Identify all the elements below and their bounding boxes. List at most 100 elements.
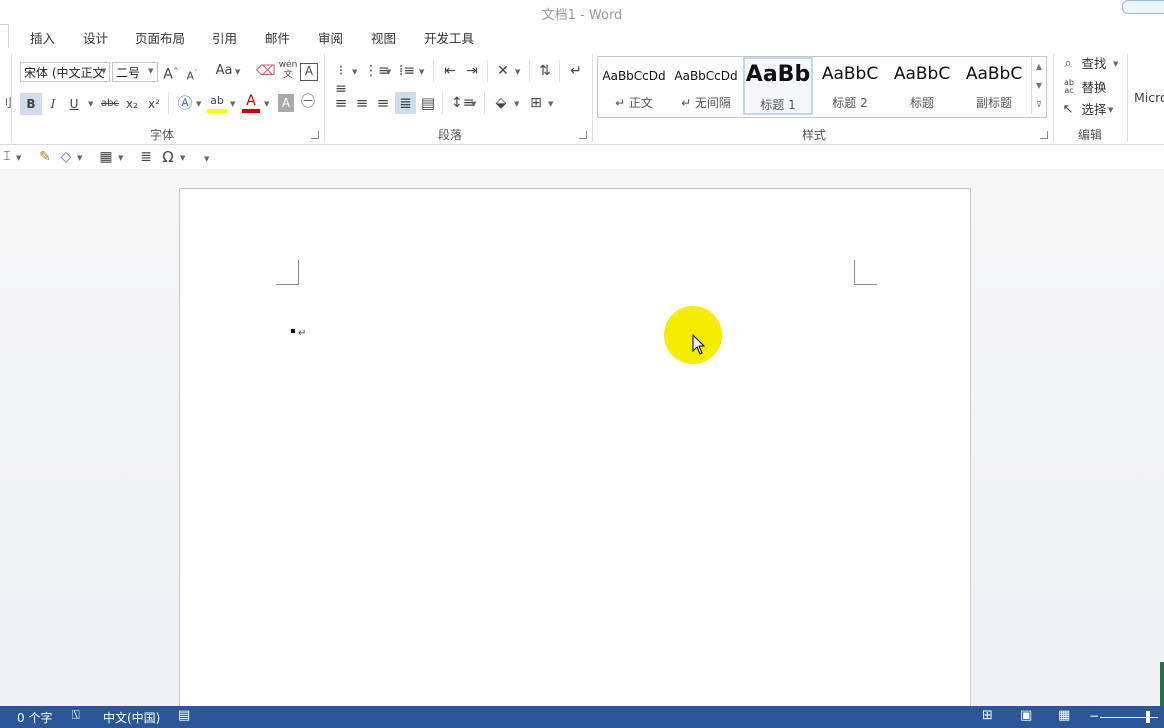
clear-format-icon[interactable]: ⌫	[256, 62, 276, 80]
language-indicator[interactable]: 中文(中国)	[103, 709, 160, 726]
tab-review[interactable]: 审阅	[318, 28, 343, 47]
chevron-down-icon[interactable]: ▼	[148, 67, 153, 75]
chevron-down-icon[interactable]: ▼	[180, 154, 185, 162]
chevron-down-icon[interactable]: ▼	[235, 68, 240, 76]
omega-symbol-icon[interactable]: Ω	[160, 148, 176, 166]
paragraph-dialog-launcher-icon[interactable]	[579, 131, 587, 139]
select-button[interactable]: 选择	[1079, 101, 1109, 119]
binoculars-icon[interactable]: ⌕	[1060, 55, 1076, 73]
replace-button[interactable]: 替换	[1079, 79, 1109, 97]
multilevel-list-icon[interactable]: ⁞≡	[398, 62, 416, 80]
chevron-down-icon[interactable]: ▼	[386, 68, 391, 76]
chevron-down-icon[interactable]: ▼	[230, 100, 235, 108]
italic-button[interactable]: I	[45, 95, 61, 113]
zoom-slider-thumb[interactable]	[1146, 711, 1150, 723]
strikethrough-button[interactable]: abc	[99, 95, 121, 113]
superscript-button[interactable]: x²	[146, 95, 162, 113]
tab-developer[interactable]: 开发工具	[424, 28, 474, 47]
chevron-down-icon[interactable]: ▼	[77, 154, 82, 162]
phonetic-guide-button[interactable]: wén 文	[277, 60, 299, 80]
styles-dialog-launcher-icon[interactable]	[1040, 131, 1048, 139]
chevron-down-icon[interactable]: ▼	[352, 68, 357, 76]
chevron-down-icon[interactable]: ▼	[264, 100, 269, 108]
line-spacing-icon[interactable]: ↕≡	[451, 94, 474, 112]
proofing-icon[interactable]: ⍂	[72, 708, 80, 723]
read-mode-icon[interactable]: ⊞	[982, 708, 993, 723]
style-subtitle[interactable]: AaBbC 副标题	[959, 57, 1029, 115]
chevron-down-icon[interactable]: ▼	[88, 100, 93, 108]
font-name-combo[interactable]: 宋体 (中文正文	[20, 62, 110, 82]
tab-page-layout[interactable]: 页面布局	[135, 28, 185, 47]
format-painter-icon[interactable]: ✎	[36, 148, 54, 166]
style-heading-2[interactable]: AaBbC 标题 2	[815, 57, 885, 115]
styles-gallery[interactable]: AaBbCcDd ↵ 正文 AaBbCcDd ↵ 无间隔 AaBb 标题 1 A…	[597, 56, 1047, 118]
change-case-button[interactable]: Aa	[213, 62, 235, 80]
highlight-color-icon[interactable]: ab	[207, 93, 227, 113]
text-effects-icon[interactable]: Ⓐ	[176, 94, 194, 112]
shading-icon[interactable]: ⬙	[492, 94, 510, 112]
gallery-more-icon[interactable]: ⊽	[1031, 95, 1046, 114]
tab-view[interactable]: 视图	[371, 28, 396, 47]
distribute-icon[interactable]: ▤	[420, 94, 436, 112]
align-left-icon[interactable]: ≡	[333, 94, 349, 112]
chevron-down-icon[interactable]: ▼	[1108, 106, 1113, 114]
word-count[interactable]: 0 个字	[17, 709, 52, 726]
page-break-icon[interactable]: ⌶	[0, 148, 14, 166]
web-layout-icon[interactable]: ▦	[1058, 708, 1070, 723]
style-title[interactable]: AaBbC 标题	[887, 57, 957, 115]
chevron-down-icon[interactable]: ▼	[548, 100, 553, 108]
tab-design[interactable]: 设计	[83, 28, 108, 47]
chevron-down-icon[interactable]: ▼	[16, 154, 21, 162]
style-heading-1[interactable]: AaBb 标题 1	[743, 57, 813, 115]
style-normal[interactable]: AaBbCcDd ↵ 正文	[599, 57, 669, 115]
macro-record-icon[interactable]: ▤	[178, 708, 190, 723]
style-no-spacing[interactable]: AaBbCcDd ↵ 无间隔	[671, 57, 741, 115]
font-color-button[interactable]: A	[242, 93, 260, 113]
numbering-icon[interactable]: ⋮≡	[364, 62, 390, 80]
partial-group-label[interactable]: Micro	[1134, 89, 1164, 107]
chevron-down-icon[interactable]: ▼	[515, 68, 520, 76]
chevron-down-icon[interactable]: ▼	[196, 100, 201, 108]
enclose-char-icon[interactable]: ㊀	[299, 93, 317, 111]
cursor-select-icon[interactable]: ↖	[1061, 101, 1075, 119]
gallery-scroll-up-icon[interactable]: ▲	[1031, 57, 1046, 76]
table-icon[interactable]: ▦	[98, 148, 114, 166]
chevron-down-icon[interactable]: ▼	[514, 100, 519, 108]
increase-indent-icon[interactable]: ⇥	[463, 62, 481, 80]
account-pill[interactable]	[1122, 0, 1164, 14]
replace-icon[interactable]: ab ac	[1060, 79, 1078, 95]
document-page[interactable]: ↵	[179, 188, 971, 718]
tab-insert[interactable]: 插入	[30, 28, 55, 47]
underline-button[interactable]: U	[66, 95, 82, 113]
align-center-icon[interactable]: ≡	[354, 94, 370, 112]
print-layout-icon[interactable]: ▣	[1020, 708, 1032, 723]
bold-button[interactable]: B	[20, 93, 42, 115]
shrink-font-button[interactable]: Aˇ	[185, 64, 199, 86]
sort-icon[interactable]: ⇅	[536, 62, 554, 80]
find-button[interactable]: 查找	[1079, 55, 1109, 73]
asian-layout-icon[interactable]: ✕	[494, 62, 512, 80]
subscript-button[interactable]: x₂	[124, 95, 140, 113]
grow-font-button[interactable]: A^	[163, 62, 179, 84]
shapes-icon[interactable]: ◇	[58, 148, 74, 166]
tab-mailings[interactable]: 邮件	[265, 28, 290, 47]
bullets-icon[interactable]: ⁝≡	[333, 62, 349, 98]
chevron-down-icon[interactable]: ▼	[1113, 60, 1118, 68]
tab-references[interactable]: 引用	[212, 28, 237, 47]
tab-home-edge[interactable]	[0, 24, 9, 49]
font-dialog-launcher-icon[interactable]	[311, 131, 319, 139]
customize-qat-icon[interactable]: ▼	[204, 155, 209, 163]
align-right-icon[interactable]: ≡	[375, 94, 391, 112]
show-marks-icon[interactable]: ↵	[567, 62, 585, 80]
char-border-button[interactable]: A	[300, 63, 318, 81]
char-shading-icon[interactable]: A	[278, 94, 294, 112]
gallery-scroll-down-icon[interactable]: ▼	[1031, 76, 1046, 95]
zoom-out-icon[interactable]: −	[1089, 709, 1099, 723]
chevron-down-icon[interactable]: ▼	[118, 154, 123, 162]
text-wrap-icon[interactable]: ≣	[137, 148, 155, 166]
chevron-down-icon[interactable]: ▼	[101, 67, 106, 75]
chevron-down-icon[interactable]: ▼	[471, 100, 476, 108]
borders-icon[interactable]: ⊞	[527, 94, 545, 112]
decrease-indent-icon[interactable]: ⇤	[441, 62, 459, 80]
chevron-down-icon[interactable]: ▼	[419, 68, 424, 76]
